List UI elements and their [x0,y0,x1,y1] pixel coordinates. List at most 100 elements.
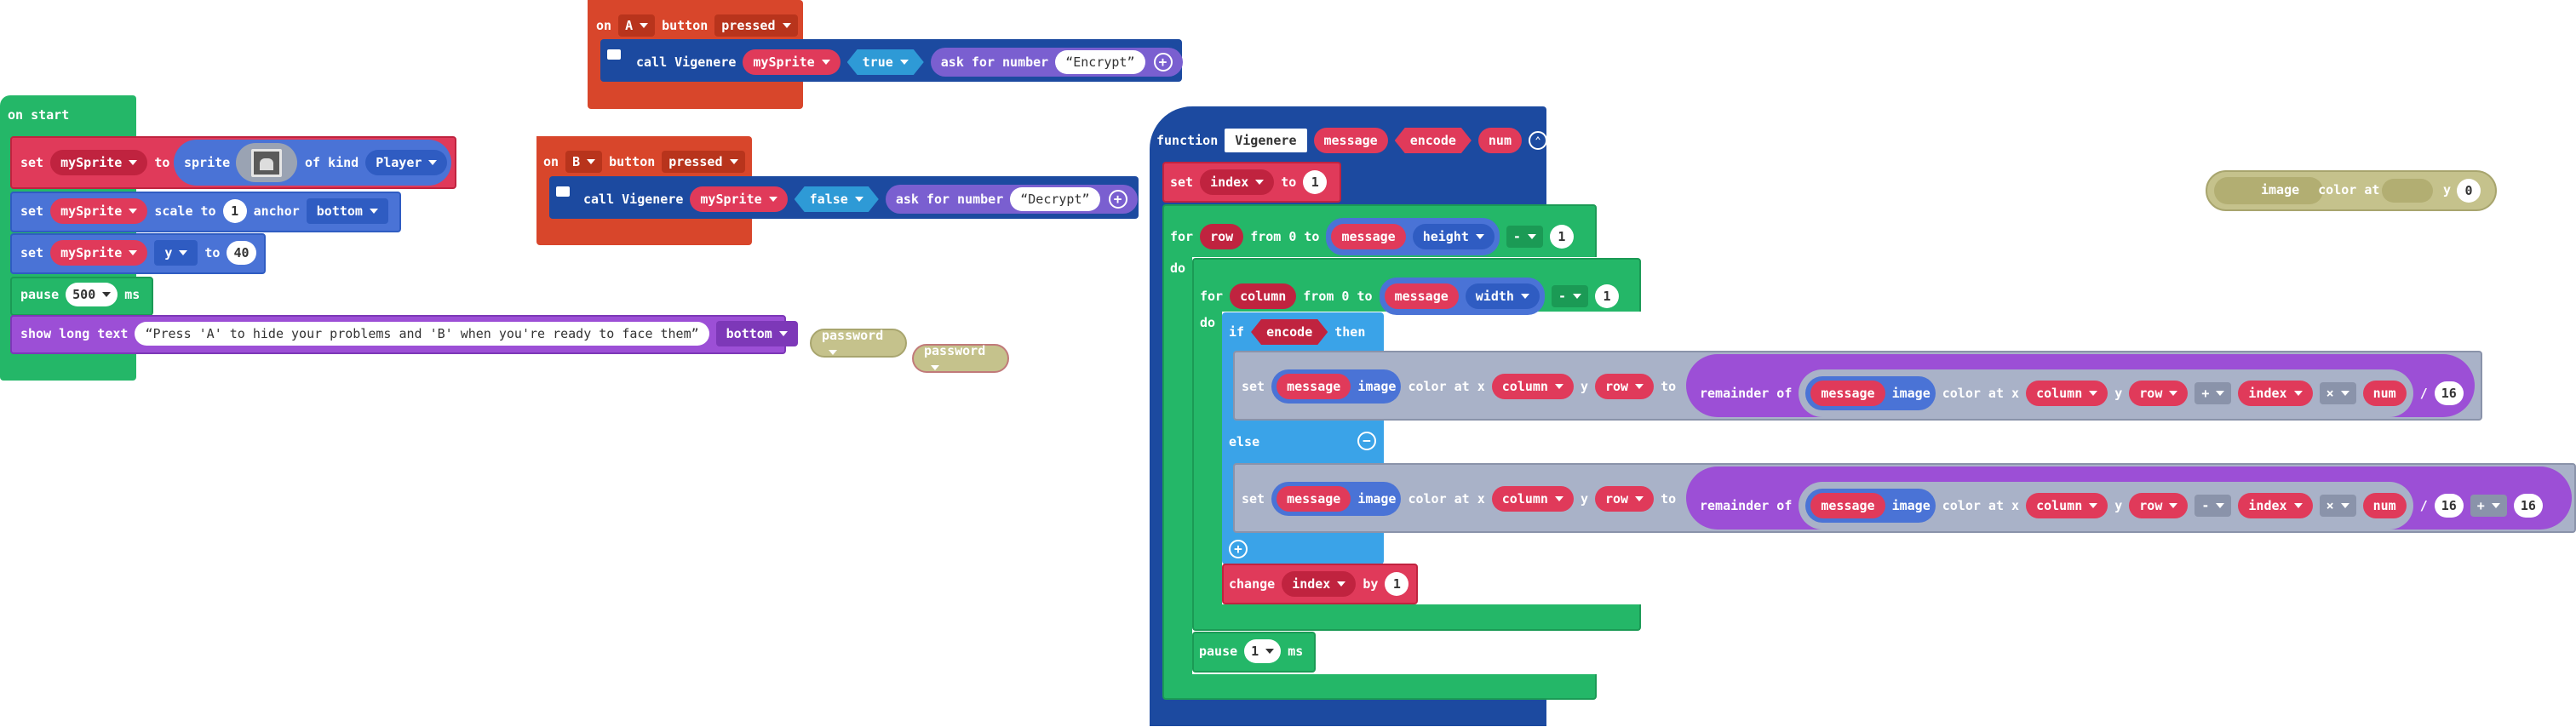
property-dropdown[interactable]: y [154,240,198,266]
true-dropdown[interactable]: true [847,49,924,75]
height-dropdown[interactable]: height [1412,224,1495,249]
event-dropdown[interactable]: pressed [714,14,798,37]
set-index-row: set index to 1 [1170,169,1328,195]
anchor-label: anchor [253,203,300,219]
to-label: to [204,244,221,260]
ask-for-number-block[interactable]: ask for number “Encrypt” + [930,48,1183,77]
change-input[interactable]: 1 [1385,572,1409,596]
for-label: for [1200,288,1224,304]
call-vigenere-label: call Vigenere [636,54,737,70]
row-dropdown[interactable]: row [1595,374,1655,399]
row-variable[interactable]: row [1200,224,1244,249]
button-a-dropdown[interactable]: A [618,14,656,37]
index-dropdown[interactable]: index [1282,571,1357,597]
collapse-params-icon[interactable]: ⌃ [1529,131,1547,150]
column-dropdown[interactable]: column [2026,381,2108,406]
width-expression[interactable]: message width [1379,278,1545,315]
variable-dropdown[interactable]: mySprite [690,186,788,212]
height-expression[interactable]: message height [1326,218,1500,255]
row-dropdown[interactable]: row [1595,486,1655,512]
row-dropdown[interactable]: row [2129,381,2189,406]
pause-dropdown[interactable]: 500 [66,283,118,306]
row-dropdown[interactable]: row [2129,493,2189,518]
index-dropdown[interactable]: index [1200,169,1275,195]
num-variable[interactable]: num [2362,381,2407,406]
ask-label: ask for number [895,191,1004,207]
pause-fn-row: pause 1 ms [1199,639,1303,663]
message-variable[interactable]: message [1277,486,1351,512]
column-dropdown[interactable]: column [1491,486,1574,512]
column-offset-input[interactable]: 1 [1594,284,1619,308]
color-at-x-label: color at x [1942,385,2020,401]
plus-operator-dropdown[interactable]: + [2470,495,2507,517]
param-num[interactable]: num [1477,128,1522,153]
variable-dropdown[interactable]: mySprite [50,240,148,266]
index-dropdown[interactable]: index [2238,381,2313,406]
modulus-input[interactable]: 16 [2434,494,2464,518]
encode-condition[interactable]: encode [1251,319,1328,345]
message-variable[interactable]: message [1277,374,1351,399]
message-variable[interactable]: message [1810,381,1885,406]
message-variable[interactable]: message [1810,493,1885,518]
position-dropdown[interactable]: bottom [715,321,798,346]
password-variable-block-2[interactable]: password [912,343,1009,374]
y-input[interactable]: 40 [227,241,256,265]
minus-operator-dropdown[interactable]: - [2194,495,2232,517]
x-slot[interactable] [2382,179,2433,203]
multiply-operator-dropdown[interactable]: × [2319,382,2356,404]
minus-dropdown[interactable]: - [1506,226,1543,248]
image-label: image [1891,385,1931,401]
variable-dropdown[interactable]: mySprite [50,150,148,175]
message-variable[interactable]: message [1331,224,1406,249]
index-dropdown[interactable]: index [2238,493,2313,518]
modulus-input[interactable]: 16 [2434,381,2464,405]
addition-expression[interactable]: message image color at x column y row + … [1799,369,2413,417]
add-parameter-icon[interactable]: + [1153,53,1173,72]
function-name-input[interactable]: Vigenere [1225,129,1307,152]
add-else-if-icon[interactable]: + [1229,540,1248,558]
ask-for-number-block[interactable]: ask for number “Decrypt” + [885,185,1138,214]
row-offset-input[interactable]: 1 [1549,225,1574,249]
prompt-input[interactable]: “Decrypt” [1010,187,1100,211]
minus-dropdown[interactable]: - [1551,285,1588,307]
y-input[interactable]: 0 [2457,179,2481,203]
for-column-header: for column from 0 to message width - 1 [1200,278,1619,315]
pause-dropdown[interactable]: 1 [1244,639,1282,663]
kind-dropdown[interactable]: Player [365,150,448,175]
from-label: from 0 to [1250,228,1320,244]
column-dropdown[interactable]: column [1491,374,1574,399]
event-dropdown[interactable]: pressed [662,151,745,173]
sprite-figure [260,158,273,170]
subtraction-expression[interactable]: message image color at x column y row - … [1799,482,2413,530]
column-dropdown[interactable]: column [2026,493,2108,518]
text-input[interactable]: “Press 'A' to hide your problems and 'B'… [135,322,709,346]
variable-dropdown[interactable]: mySprite [50,198,148,224]
remove-else-icon[interactable]: − [1357,432,1376,450]
comment-icon[interactable] [556,186,570,197]
index-input[interactable]: 1 [1303,170,1328,194]
password-variable-block[interactable]: password [810,328,907,358]
num-variable[interactable]: num [2362,493,2407,518]
comment-icon[interactable] [607,49,621,60]
scale-input[interactable]: 1 [222,199,247,223]
message-image-block[interactable]: message image [1271,482,1402,516]
set-label: set [1242,378,1265,394]
false-dropdown[interactable]: false [795,186,879,212]
password-label: password [924,343,997,374]
button-b-dropdown[interactable]: B [565,151,603,173]
message-image-block[interactable]: message image [1805,376,1936,410]
message-image-block[interactable]: message image [1271,369,1402,404]
width-dropdown[interactable]: width [1465,283,1540,309]
column-variable[interactable]: column [1230,283,1297,309]
add-parameter-icon[interactable]: + [1108,190,1127,209]
param-encode[interactable]: encode [1395,128,1472,153]
multiply-operator-dropdown[interactable]: × [2319,495,2356,517]
variable-dropdown[interactable]: mySprite [743,49,840,75]
prompt-input[interactable]: “Encrypt” [1055,50,1145,74]
message-image-block[interactable]: message image [1805,489,1936,523]
message-variable[interactable]: message [1384,283,1459,309]
plus-operator-dropdown[interactable]: + [2194,382,2232,404]
param-message[interactable]: message [1313,128,1388,153]
offset-input[interactable]: 16 [2513,494,2543,518]
anchor-dropdown[interactable]: bottom [306,198,388,224]
